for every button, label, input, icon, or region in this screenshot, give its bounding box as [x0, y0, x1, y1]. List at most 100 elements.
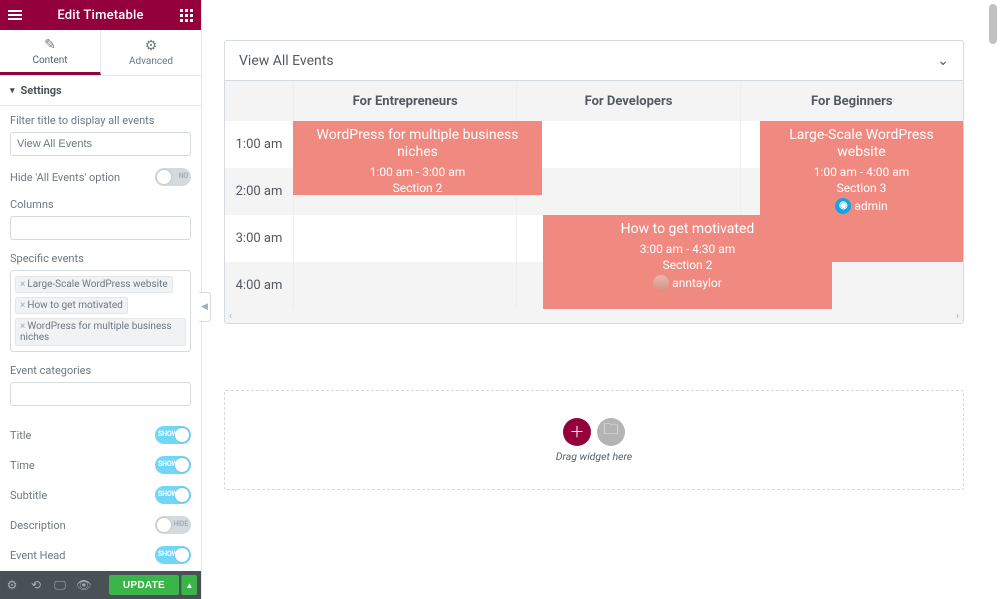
- caret-up-icon: ▲: [186, 581, 194, 590]
- event-categories-input[interactable]: [10, 382, 191, 406]
- event-section: Section 2: [297, 181, 538, 195]
- settings-body: Filter title to display all events Hide …: [0, 106, 201, 571]
- tab-advanced[interactable]: ⚙ Advanced: [101, 30, 201, 75]
- add-widget-button[interactable]: ＋: [563, 418, 591, 446]
- footer-preview[interactable]: 👁: [72, 571, 96, 599]
- editor-panel: Edit Timetable ✎ Content ⚙ Advanced ▾ Se…: [0, 0, 202, 599]
- event-title: Large-Scale WordPress website: [764, 127, 959, 161]
- scroll-left-icon[interactable]: ‹: [229, 311, 232, 322]
- event-tag[interactable]: ×WordPress for multiple business niches: [15, 318, 186, 346]
- time-label: 3:00 am: [225, 215, 293, 262]
- columns-label: Columns: [10, 198, 191, 211]
- event-card[interactable]: WordPress for multiple business niches 1…: [293, 121, 542, 195]
- event-tag[interactable]: ×Large-Scale WordPress website: [15, 276, 173, 293]
- author-avatar-icon: ◉: [835, 198, 851, 214]
- control-time: TimeSHOW: [10, 456, 191, 474]
- chevron-down-icon: ⌄: [937, 53, 949, 69]
- author-avatar-icon: [653, 275, 669, 291]
- panel-title: Edit Timetable: [30, 8, 171, 23]
- columns-input[interactable]: [10, 216, 191, 240]
- timetable-filter-dropdown[interactable]: View All Events ⌄: [225, 41, 963, 81]
- widgets-button[interactable]: [171, 0, 201, 30]
- update-split[interactable]: ▲: [181, 575, 197, 595]
- toggle-description[interactable]: HIDE: [155, 516, 191, 534]
- tag-remove-icon[interactable]: ×: [20, 321, 25, 332]
- folder-icon: 🗀: [603, 419, 618, 444]
- collapse-panel-handle[interactable]: ◀: [199, 292, 211, 322]
- column-header: For Entrepreneurs: [293, 81, 516, 121]
- timetable-widget: View All Events ⌄ For Entrepreneurs For …: [224, 40, 964, 324]
- toggle-title[interactable]: SHOW: [155, 426, 191, 444]
- toggle-hide-all-events[interactable]: NO: [155, 168, 191, 186]
- time-label: 2:00 am: [225, 168, 293, 215]
- event-card[interactable]: Large-Scale WordPress website 1:00 am - …: [760, 121, 963, 262]
- event-time: 1:00 am - 3:00 am: [297, 165, 538, 179]
- gear-icon: ⚙: [145, 38, 158, 54]
- dropdown-label: View All Events: [239, 53, 334, 69]
- scrollbar-thumb[interactable]: [989, 4, 997, 44]
- filter-title-input[interactable]: [10, 132, 191, 156]
- update-button[interactable]: UPDATE: [109, 575, 179, 595]
- time-label: 1:00 am: [225, 121, 293, 168]
- specific-events-tagbox[interactable]: ×Large-Scale WordPress website ×How to g…: [10, 270, 191, 352]
- menu-button[interactable]: [0, 0, 30, 30]
- control-event-head: Event HeadSHOW: [10, 546, 191, 564]
- tab-label: Advanced: [129, 56, 173, 67]
- drag-hint: Drag widget here: [556, 450, 632, 463]
- event-tag[interactable]: ×How to get motivated: [15, 297, 128, 314]
- toggle-event-head[interactable]: SHOW: [155, 546, 191, 564]
- time-label: 4:00 am: [225, 262, 293, 309]
- control-hide-all-events: Hide 'All Events' option NO: [10, 168, 191, 186]
- scroll-right-icon[interactable]: ›: [956, 311, 959, 322]
- toggle-time[interactable]: SHOW: [155, 456, 191, 474]
- specific-events-label: Specific events: [10, 252, 191, 265]
- control-columns: Columns: [10, 198, 191, 240]
- control-filter-title: Filter title to display all events: [10, 114, 191, 156]
- hide-all-events-label: Hide 'All Events' option: [10, 171, 120, 184]
- tag-remove-icon[interactable]: ×: [20, 300, 25, 311]
- event-author: ◉admin: [764, 198, 959, 214]
- gear-icon: ⚙: [7, 578, 18, 592]
- control-specific-events: Specific events ×Large-Scale WordPress w…: [10, 252, 191, 352]
- app-root: Edit Timetable ✎ Content ⚙ Advanced ▾ Se…: [0, 0, 1000, 599]
- section-settings[interactable]: ▾ Settings: [0, 76, 201, 106]
- event-author: anntaylor: [547, 275, 828, 291]
- timetable-grid: For Entrepreneurs For Developers For Beg…: [225, 81, 963, 323]
- column-header: For Beginners: [740, 81, 963, 121]
- footer-revisions[interactable]: ⟲: [24, 571, 48, 599]
- control-title: TitleSHOW: [10, 426, 191, 444]
- tag-remove-icon[interactable]: ×: [20, 279, 25, 290]
- history-icon: ⟲: [31, 578, 41, 592]
- tab-label: Content: [32, 55, 67, 66]
- tab-content[interactable]: ✎ Content: [0, 30, 101, 75]
- caret-down-icon: ▾: [10, 86, 15, 96]
- event-categories-label: Event categories: [10, 364, 191, 377]
- timetable-scrollbar[interactable]: ‹ ›: [225, 309, 963, 323]
- grid-icon: [180, 9, 193, 22]
- hamburger-icon: [8, 10, 22, 20]
- toggle-subtitle[interactable]: SHOW: [155, 486, 191, 504]
- chevron-left-icon: ◀: [201, 302, 208, 312]
- column-header: For Developers: [516, 81, 739, 121]
- panel-header: Edit Timetable: [0, 0, 201, 30]
- filter-title-label: Filter title to display all events: [10, 114, 191, 127]
- timetable-body: 1:00 am 2:00 am 3:00 am 4:00 am WordPres…: [225, 121, 963, 309]
- monitor-icon: 🖵: [54, 578, 66, 593]
- widget-dropzone[interactable]: ＋ 🗀 Drag widget here: [224, 390, 964, 490]
- folder-widget-button[interactable]: 🗀: [597, 418, 625, 446]
- panel-footer: ⚙ ⟲ 🖵 👁 UPDATE ▲: [0, 571, 201, 599]
- event-time: 1:00 am - 4:00 am: [764, 165, 959, 179]
- main-scrollbar[interactable]: [984, 0, 1000, 599]
- event-title: WordPress for multiple business niches: [297, 127, 538, 161]
- preview-canvas: View All Events ⌄ For Entrepreneurs For …: [202, 0, 1000, 599]
- event-section: Section 3: [764, 181, 959, 195]
- control-description: DescriptionHIDE: [10, 516, 191, 534]
- footer-responsive[interactable]: 🖵: [48, 571, 72, 599]
- control-subtitle: SubtitleSHOW: [10, 486, 191, 504]
- pencil-icon: ✎: [44, 37, 56, 53]
- plus-icon: ＋: [569, 421, 584, 442]
- control-event-categories: Event categories: [10, 364, 191, 406]
- panel-tabs: ✎ Content ⚙ Advanced: [0, 30, 201, 76]
- section-label: Settings: [21, 84, 62, 97]
- footer-settings[interactable]: ⚙: [0, 571, 24, 599]
